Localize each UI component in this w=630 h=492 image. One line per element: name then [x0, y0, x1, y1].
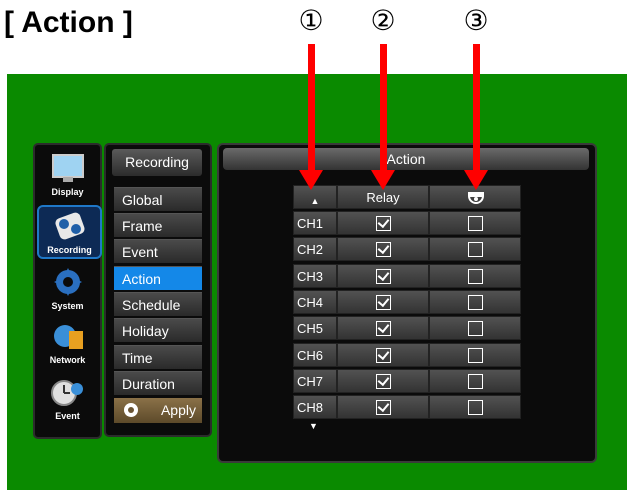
relay-checkbox[interactable]: [376, 373, 391, 389]
submenu-item-duration[interactable]: Duration: [114, 371, 202, 395]
relay-checkbox[interactable]: [376, 242, 391, 258]
relay-checkbox[interactable]: [376, 347, 391, 363]
submenu-item-event[interactable]: Event: [114, 239, 202, 263]
submenu-item-action[interactable]: Action: [114, 266, 202, 290]
callout-arrow-3: [473, 44, 480, 172]
submenu-title: Recording: [112, 149, 202, 176]
callout-2: ②: [370, 4, 396, 37]
callout-3: ③: [463, 4, 489, 37]
relay-cell: [337, 263, 429, 288]
relay-checkbox[interactable]: [376, 321, 391, 337]
buzzer-cell: [429, 211, 521, 235]
event-clock-icon: [51, 380, 83, 406]
buzzer-cell: [429, 342, 521, 367]
buzzer-checkbox[interactable]: [468, 373, 483, 389]
recording-icon: [55, 212, 85, 240]
relay-cell: [337, 368, 429, 393]
system-gear-icon: [54, 268, 82, 296]
scroll-down-button[interactable]: ▼: [309, 421, 318, 431]
submenu-item-holiday[interactable]: Holiday: [114, 318, 202, 342]
panel-title: Action: [223, 148, 589, 170]
relay-cell: [337, 237, 429, 262]
callout-arrow-1: [308, 44, 315, 172]
menu-label: Display: [51, 187, 84, 197]
buzzer-cell: [429, 316, 521, 341]
buzzer-checkbox[interactable]: [468, 268, 483, 284]
channel-label: CH8: [293, 395, 337, 420]
channel-label: CH5: [293, 316, 337, 341]
buzzer-checkbox[interactable]: [468, 216, 483, 231]
callout-arrowhead-3: [464, 170, 488, 190]
buzzer-cell: [429, 395, 521, 420]
apply-button[interactable]: Apply: [114, 398, 202, 423]
channel-label: CH4: [293, 289, 337, 314]
channel-label: CH2: [293, 237, 337, 262]
menu-item-display[interactable]: Display: [37, 149, 98, 199]
menu-item-system[interactable]: System: [37, 263, 98, 313]
channel-label: CH3: [293, 263, 337, 288]
callout-arrowhead-1: [299, 170, 323, 190]
relay-cell: [337, 342, 429, 367]
relay-checkbox[interactable]: [376, 216, 391, 231]
buzzer-checkbox[interactable]: [468, 347, 483, 363]
callout-1: ①: [298, 4, 324, 37]
recording-submenu: Recording Global Frame Event Action Sche…: [104, 143, 212, 437]
page-heading: [ Action ]: [4, 6, 133, 39]
buzzer-checkbox[interactable]: [468, 321, 483, 337]
menu-label: Event: [55, 411, 80, 421]
apply-label: Apply: [160, 402, 196, 418]
main-menu: Display Recording System Network Event: [33, 143, 102, 439]
alarm-buzzer-icon: [467, 192, 485, 204]
menu-label: Recording: [47, 245, 92, 255]
callout-arrowhead-2: [371, 170, 395, 190]
buzzer-checkbox[interactable]: [468, 294, 483, 310]
callout-arrow-2: [380, 44, 387, 172]
relay-cell: [337, 289, 429, 314]
channel-label: CH7: [293, 368, 337, 393]
menu-item-event[interactable]: Event: [37, 373, 98, 423]
submenu-item-frame[interactable]: Frame: [114, 213, 202, 237]
relay-cell: [337, 395, 429, 420]
submenu-item-global[interactable]: Global: [114, 187, 202, 211]
submenu-item-time[interactable]: Time: [114, 345, 202, 369]
channel-label: CH6: [293, 342, 337, 367]
buzzer-checkbox[interactable]: [468, 400, 483, 416]
buzzer-checkbox[interactable]: [468, 242, 483, 258]
relay-cell: [337, 316, 429, 341]
buzzer-cell: [429, 368, 521, 393]
apply-icon: [124, 403, 138, 417]
monitor-icon: [52, 154, 84, 182]
menu-item-network[interactable]: Network: [37, 317, 98, 367]
menu-item-recording[interactable]: Recording: [37, 205, 102, 259]
submenu-item-schedule[interactable]: Schedule: [114, 292, 202, 316]
relay-checkbox[interactable]: [376, 400, 391, 416]
action-panel: Action ▲ Relay CH1 CH2 CH3 CH4 CH5 CH6 CH7 CH8 …: [217, 143, 597, 463]
buzzer-cell: [429, 237, 521, 262]
buzzer-cell: [429, 263, 521, 288]
channel-label: CH1: [293, 211, 337, 235]
menu-label: System: [51, 301, 84, 311]
menu-label: Network: [49, 355, 86, 365]
network-icon: [54, 325, 83, 349]
buzzer-cell: [429, 289, 521, 314]
relay-cell: [337, 211, 429, 235]
relay-checkbox[interactable]: [376, 294, 391, 310]
relay-checkbox[interactable]: [376, 268, 391, 284]
